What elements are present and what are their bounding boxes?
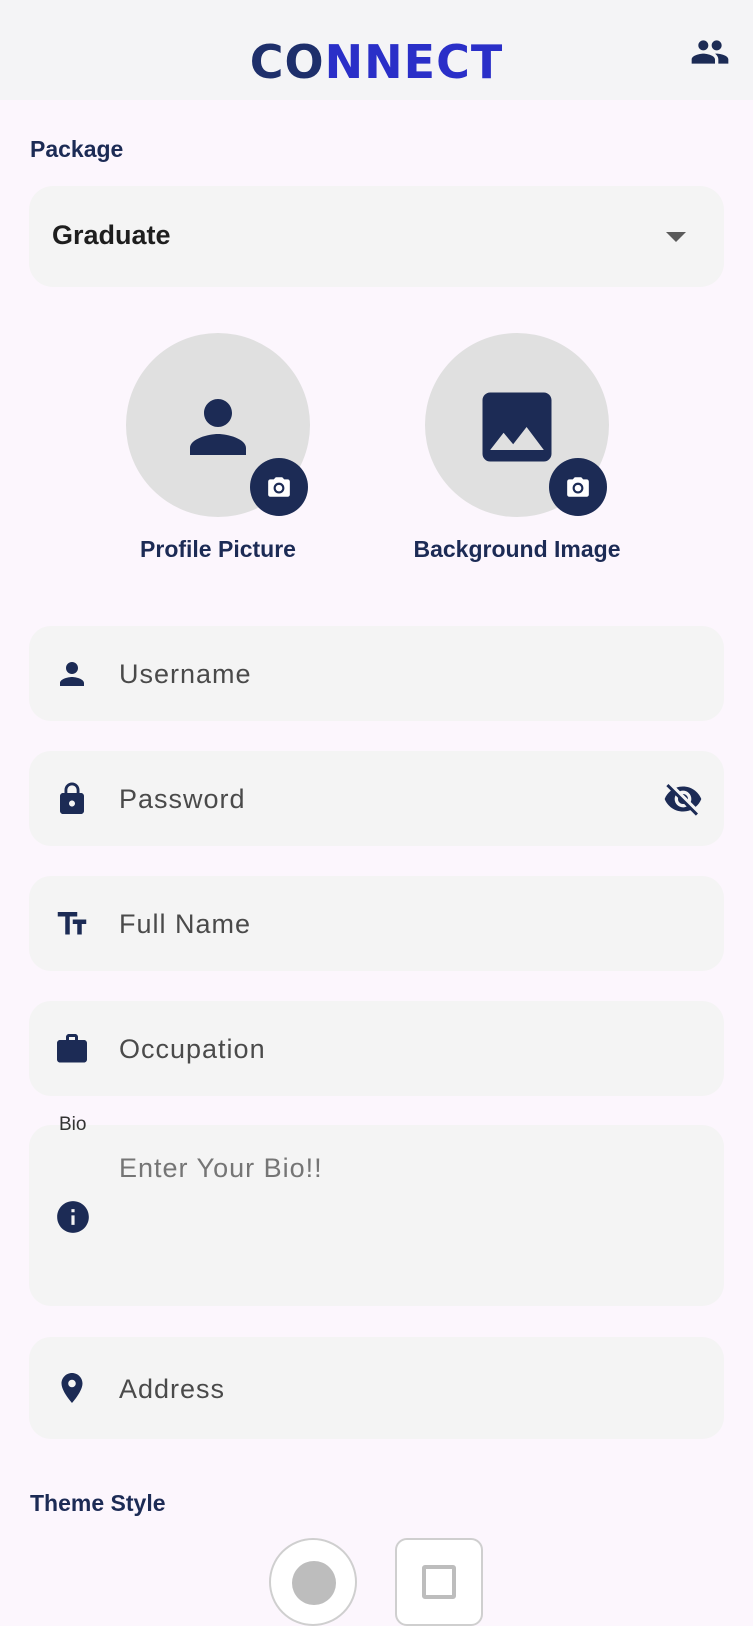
logo-part-2: NN bbox=[324, 35, 404, 89]
package-selected-value: Graduate bbox=[52, 220, 171, 250]
info-icon bbox=[57, 1201, 89, 1233]
address-field bbox=[29, 1337, 724, 1439]
fullname-input[interactable] bbox=[117, 900, 641, 948]
circle-icon bbox=[292, 1561, 336, 1605]
people-icon[interactable] bbox=[688, 32, 732, 72]
text-fields-icon bbox=[57, 912, 87, 935]
camera-icon bbox=[268, 477, 290, 497]
briefcase-icon bbox=[57, 1034, 87, 1063]
username-field bbox=[29, 626, 724, 721]
password-input[interactable] bbox=[117, 775, 641, 823]
background-camera-button[interactable] bbox=[549, 458, 607, 516]
lock-icon bbox=[60, 782, 84, 814]
app-bar: CONNECT bbox=[0, 0, 753, 100]
theme-option-circle[interactable] bbox=[269, 1538, 357, 1626]
bio-label: Bio bbox=[59, 1114, 87, 1135]
person-icon bbox=[190, 399, 246, 455]
dropdown-arrow-icon bbox=[666, 232, 686, 242]
theme-style-label: Theme Style bbox=[30, 1490, 166, 1516]
fullname-field bbox=[29, 876, 724, 971]
password-field bbox=[29, 751, 724, 846]
profile-camera-button[interactable] bbox=[250, 458, 308, 516]
square-icon bbox=[422, 1565, 456, 1599]
visibility-off-icon[interactable] bbox=[661, 779, 705, 819]
package-label: Package bbox=[30, 136, 124, 162]
theme-option-square[interactable] bbox=[395, 1538, 483, 1626]
image-icon bbox=[482, 392, 552, 462]
bio-input[interactable] bbox=[117, 1151, 691, 1285]
camera-icon bbox=[567, 477, 589, 497]
occupation-input[interactable] bbox=[117, 1025, 641, 1073]
profile-picture-label: Profile Picture bbox=[140, 536, 296, 562]
address-input[interactable] bbox=[117, 1365, 641, 1413]
username-input[interactable] bbox=[117, 650, 641, 698]
logo-part-1: CO bbox=[249, 35, 325, 89]
app-logo: CONNECT bbox=[0, 32, 753, 92]
person-icon bbox=[60, 662, 84, 686]
logo-part-3: ECT bbox=[403, 35, 504, 89]
location-pin-icon bbox=[61, 1373, 83, 1403]
occupation-field bbox=[29, 1001, 724, 1096]
background-image-label: Background Image bbox=[413, 536, 621, 562]
package-dropdown[interactable]: Graduate bbox=[29, 186, 724, 287]
bio-field bbox=[29, 1125, 724, 1306]
